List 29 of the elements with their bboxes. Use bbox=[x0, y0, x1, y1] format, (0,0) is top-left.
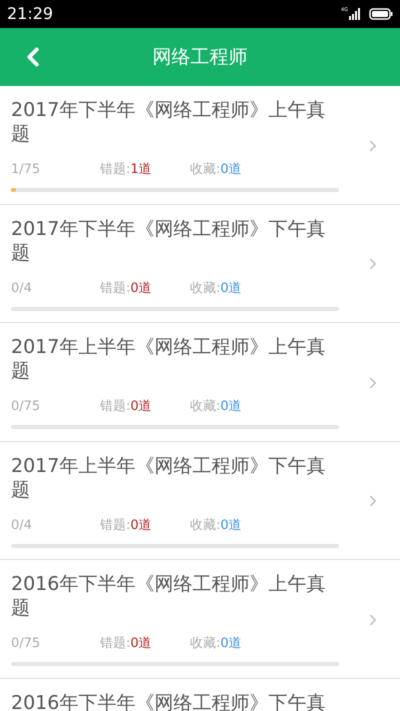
exam-title: 2016年下半年《网络工程师》上午真题 bbox=[11, 572, 326, 620]
favorite-count: 收藏:0道 bbox=[190, 635, 242, 654]
progress-count: 0/4 bbox=[11, 280, 33, 298]
progress-count: 0/75 bbox=[11, 635, 42, 654]
exam-item[interactable]: 2017年上半年《网络工程师》上午真题 0/75 错题:0道 收藏:0道 bbox=[0, 323, 400, 442]
exam-item[interactable]: 2016年下半年《网络工程师》上午真题 0/75 错题:0道 收藏:0道 bbox=[0, 560, 400, 678]
wrong-count: 错题:0道 bbox=[100, 398, 153, 416]
wrong-count: 错题:0道 bbox=[100, 516, 153, 535]
favorite-count: 收藏:0道 bbox=[190, 398, 242, 416]
exam-item[interactable]: 2017年上半年《网络工程师》下午真题 0/4 错题:0道 收藏:0道 bbox=[0, 442, 400, 560]
progress-count: 0/4 bbox=[11, 516, 33, 535]
wrong-count: 错题:0道 bbox=[100, 635, 153, 654]
exam-item[interactable]: 2017年下半年《网络工程师》下午真题 0/4 错题:0道 收藏:0道 bbox=[0, 204, 400, 323]
exam-title: 2017年下半年《网络工程师》下午真题 bbox=[11, 216, 326, 264]
clock: 21:29 bbox=[7, 3, 54, 25]
signal-icon bbox=[349, 8, 361, 20]
favorite-count: 收藏:0道 bbox=[190, 280, 242, 298]
favorite-count: 收藏:0道 bbox=[190, 161, 242, 180]
exam-title: 2017年下半年《网络工程师》上午真题 bbox=[11, 98, 326, 146]
progress-count: 0/75 bbox=[11, 398, 42, 416]
wrong-count: 错题:1道 bbox=[100, 161, 153, 180]
exam-title: 2017年上半年《网络工程师》下午真题 bbox=[11, 454, 326, 502]
page-title: 网络工程师 bbox=[152, 44, 248, 70]
wrong-count: 错题:0道 bbox=[100, 280, 153, 298]
exam-title: 2017年上半年《网络工程师》上午真题 bbox=[11, 335, 326, 383]
battery-icon bbox=[369, 8, 393, 20]
exam-item[interactable]: 2017年下半年《网络工程师》上午真题 1/75 错题:1道 收藏:0道 bbox=[0, 86, 400, 204]
progress-count: 1/75 bbox=[11, 161, 42, 180]
favorite-count: 收藏:0道 bbox=[190, 516, 242, 535]
